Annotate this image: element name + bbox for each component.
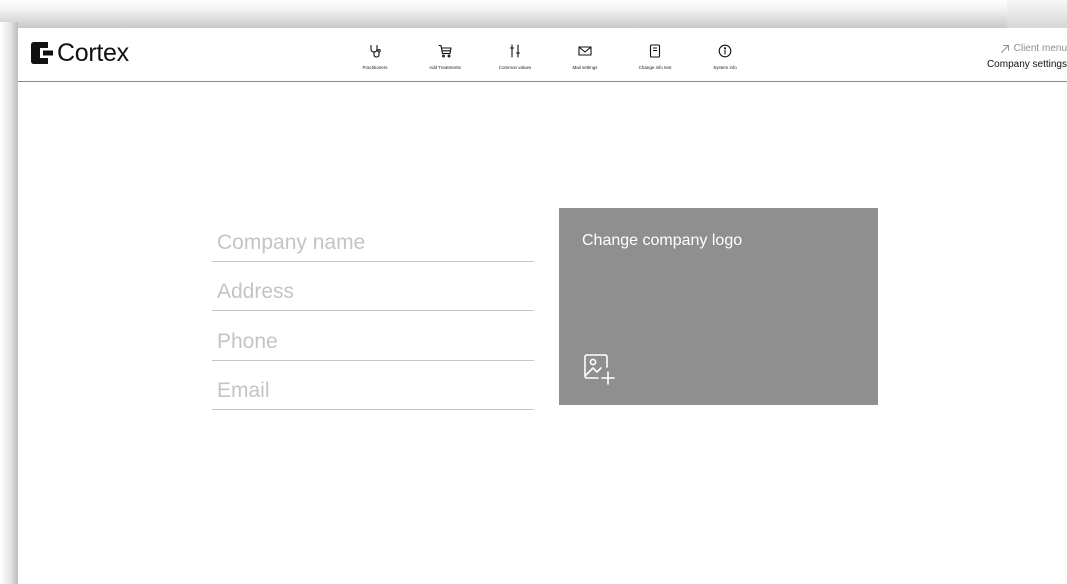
email-input[interactable]	[212, 379, 534, 409]
top-header: Cortex Practitioners Add Treatments Comm…	[18, 28, 1067, 82]
nav-item-mail-settings[interactable]: Mail settings	[550, 44, 620, 74]
phone-field	[212, 311, 534, 361]
address-input[interactable]	[212, 280, 534, 310]
mail-icon	[578, 46, 592, 56]
company-form	[212, 212, 534, 410]
nav-label: System info	[713, 65, 737, 70]
nav-item-add-treatments[interactable]: Add Treatments	[410, 44, 480, 74]
phone-input[interactable]	[212, 329, 534, 360]
arrow-up-right-icon	[1000, 44, 1009, 53]
change-logo-panel[interactable]: Change company logo	[559, 208, 878, 405]
nav-item-system-info[interactable]: System info	[690, 44, 760, 74]
nav-item-common-values[interactable]: Common values	[480, 44, 550, 74]
stethoscope-icon	[370, 44, 381, 58]
app-window: Cortex Practitioners Add Treatments Comm…	[18, 28, 1067, 584]
window-frame-left	[0, 22, 18, 584]
company-name-input[interactable]	[212, 230, 534, 261]
window-frame-top	[0, 0, 1067, 28]
email-field	[212, 361, 534, 410]
company-name-field	[212, 212, 534, 262]
document-icon	[649, 44, 661, 58]
nav-item-practitioners[interactable]: Practitioners	[340, 44, 410, 74]
address-field	[212, 262, 534, 311]
header-right: Client menu Company settings	[987, 43, 1067, 70]
client-menu-label: Client menu	[1013, 43, 1067, 54]
nav-label: Add Treatments	[429, 65, 461, 70]
nav-item-change-info-text[interactable]: Change info text	[620, 44, 690, 74]
nav-label: Practitioners	[362, 65, 388, 70]
change-logo-title: Change company logo	[582, 232, 743, 249]
client-menu-link[interactable]: Client menu	[987, 43, 1067, 54]
brand-name: Cortex	[57, 39, 129, 67]
cart-icon	[438, 44, 452, 58]
current-page-label: Company settings	[986, 59, 1067, 70]
info-icon	[718, 44, 732, 58]
brand-logo[interactable]: Cortex	[31, 39, 129, 67]
cortex-logo-icon	[31, 42, 53, 64]
nav-label: Mail settings	[572, 65, 598, 70]
nav-label: Common values	[498, 65, 532, 70]
sliders-icon	[509, 44, 521, 58]
nav-label: Change info text	[638, 65, 672, 70]
image-add-icon[interactable]	[583, 352, 617, 386]
